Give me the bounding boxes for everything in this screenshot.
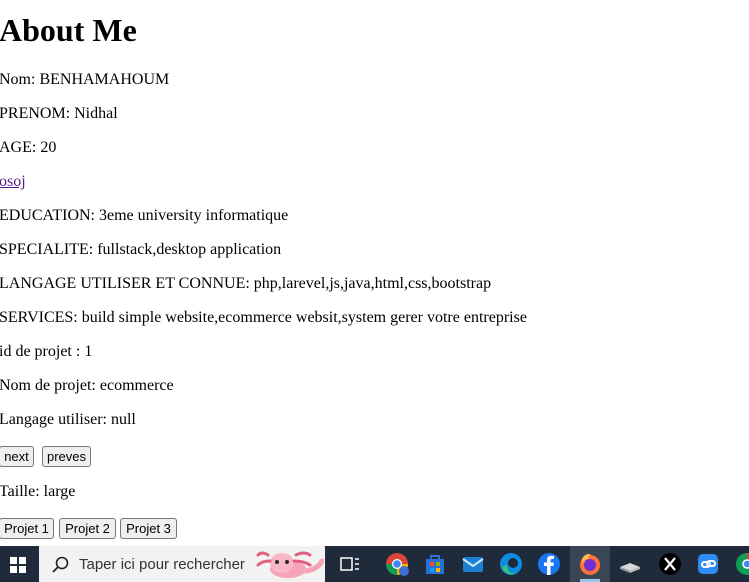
chrome-icon[interactable] — [384, 551, 410, 577]
link-line: osoj — [0, 173, 26, 191]
services-text: SERVICES: build simple website,ecommerce… — [0, 309, 527, 326]
projet-2-button[interactable]: Projet 2 — [59, 518, 116, 539]
taskbar: Taper ici pour rechercher — [0, 546, 749, 582]
projet-langage-text: Langage utiliser: null — [0, 411, 136, 428]
microsoft-store-icon[interactable] — [422, 551, 448, 577]
projet-1-button[interactable]: Projet 1 — [0, 518, 54, 539]
education-text: EDUCATION: 3eme university informatique — [0, 207, 289, 224]
projet-nom-text: Nom de projet: ecommerce — [0, 377, 174, 394]
search-icon — [52, 556, 69, 573]
mail-icon[interactable] — [460, 551, 486, 577]
link-app-icon[interactable] — [695, 551, 721, 577]
edge-icon[interactable] — [498, 551, 524, 577]
nom-text: Nom: BENHAMAHOUM — [0, 71, 170, 88]
langages-text: LANGAGE UTILISER ET CONNUE: php,larevel,… — [0, 275, 492, 292]
axolotl-illustration-icon — [256, 551, 324, 578]
osoj-link[interactable]: osoj — [0, 173, 26, 190]
about-page: About Me Nom: BENHAMAHOUM PRENOM: Nidhal… — [0, 0, 749, 546]
specialite-text: SPECIALITE: fullstack,desktop applicatio… — [0, 241, 282, 258]
search-placeholder: Taper ici pour rechercher — [79, 556, 245, 573]
page-title: About Me — [0, 12, 137, 48]
windows-start-icon[interactable] — [0, 546, 38, 582]
next-button[interactable]: next — [0, 446, 34, 467]
x-icon[interactable] — [657, 551, 683, 577]
taille-text: Taille: large — [0, 483, 76, 500]
chrome-partial-icon[interactable] — [734, 551, 749, 577]
preves-button[interactable]: preves — [42, 446, 91, 467]
firefox-icon[interactable] — [577, 551, 603, 577]
projet-id-text: id de projet : 1 — [0, 343, 93, 360]
age-text: AGE: 20 — [0, 139, 57, 156]
facebook-icon[interactable] — [536, 551, 562, 577]
taskbar-search-box[interactable]: Taper ici pour rechercher — [39, 546, 325, 582]
projet-3-button[interactable]: Projet 3 — [120, 518, 177, 539]
drive-icon[interactable] — [617, 551, 643, 577]
task-view-icon[interactable] — [337, 551, 363, 577]
prenom-text: PRENOM: Nidhal — [0, 105, 118, 122]
